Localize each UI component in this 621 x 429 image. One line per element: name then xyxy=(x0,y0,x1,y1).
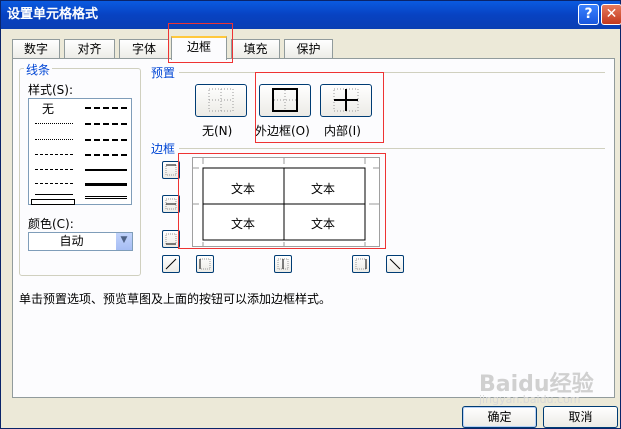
border-inside-vertical-icon xyxy=(277,258,289,270)
color-dropdown-value: 自动 xyxy=(59,234,84,248)
tab-font[interactable]: 字体 xyxy=(119,39,169,59)
color-dropdown[interactable]: 自动 ▼ xyxy=(28,232,133,251)
line-style-dotted[interactable] xyxy=(35,139,73,140)
dialog-title: 设置单元格格式 xyxy=(7,7,99,22)
border-left-button[interactable] xyxy=(196,255,214,273)
line-group-title: 线条 xyxy=(24,61,53,78)
line-style-dash-dot-dot[interactable] xyxy=(35,154,73,155)
border-diagonal-down-button[interactable] xyxy=(386,255,404,273)
border-top-icon xyxy=(165,164,177,176)
preset-none-icon xyxy=(208,88,234,112)
tab-fill[interactable]: 填充 xyxy=(231,39,280,59)
tab-protection[interactable]: 保护 xyxy=(284,39,333,59)
line-style-slant-dash-dot[interactable] xyxy=(85,123,127,125)
border-inside-vertical-button[interactable] xyxy=(274,255,292,273)
hint-text: 单击预置选项、预览草图及上面的按钮可以添加边框样式。 xyxy=(19,292,332,306)
line-style-none[interactable]: 无 xyxy=(42,100,54,117)
border-diagonal-up-button[interactable] xyxy=(162,255,180,273)
line-style-double[interactable] xyxy=(85,196,127,199)
border-left-icon xyxy=(199,258,211,270)
chevron-down-icon[interactable]: ▼ xyxy=(115,233,132,250)
color-label: 颜色(C): xyxy=(28,217,74,231)
line-style-thick[interactable] xyxy=(85,183,127,186)
line-style-list[interactable]: 无 xyxy=(28,98,132,205)
border-right-icon xyxy=(355,258,367,270)
preset-group-title: 预置 xyxy=(151,66,176,80)
border-bottom-icon xyxy=(165,233,177,245)
line-style-dash-dot[interactable] xyxy=(35,169,73,170)
line-style-medium-dash-dot-dot[interactable] xyxy=(85,107,127,109)
title-bar: 设置单元格格式 xyxy=(1,1,620,29)
border-separator xyxy=(179,148,605,149)
line-style-medium[interactable] xyxy=(85,169,127,171)
tab-alignment[interactable]: 对齐 xyxy=(64,39,115,59)
line-style-hairline[interactable] xyxy=(35,123,73,124)
border-group-title: 边框 xyxy=(151,142,176,156)
format-cells-dialog: 设置单元格格式 ? ✕ 数字 对齐 字体 边框 填充 保护 线条 样式(S): … xyxy=(0,0,621,429)
cancel-button[interactable]: 取消 xyxy=(543,406,618,428)
preset-none-button[interactable] xyxy=(195,84,247,117)
diagonal-down-icon xyxy=(389,258,401,270)
style-label: 样式(S): xyxy=(28,83,74,97)
line-style-selected-thin[interactable] xyxy=(31,199,75,205)
help-button[interactable]: ? xyxy=(578,4,599,25)
border-right-button[interactable] xyxy=(352,255,370,273)
border-preview-highlight-box xyxy=(178,153,386,249)
tab-number[interactable]: 数字 xyxy=(12,39,60,59)
close-button[interactable]: ✕ xyxy=(601,4,621,25)
border-inside-horizontal-icon xyxy=(165,198,177,210)
baidu-watermark-url: jingyan.baidu.com xyxy=(479,393,581,406)
line-style-dashed[interactable] xyxy=(35,183,73,184)
preset-highlight-box xyxy=(255,72,384,143)
ok-button[interactable]: 确定 xyxy=(462,406,537,428)
preset-none-label: 无(N) xyxy=(202,124,233,138)
line-style-medium-dashed[interactable] xyxy=(85,154,127,156)
line-style-medium-dash-dot[interactable] xyxy=(85,139,127,141)
preset-separator xyxy=(179,72,605,73)
line-style-thin[interactable] xyxy=(35,194,73,195)
tab-highlight-box xyxy=(168,23,233,63)
diagonal-up-icon xyxy=(165,258,177,270)
